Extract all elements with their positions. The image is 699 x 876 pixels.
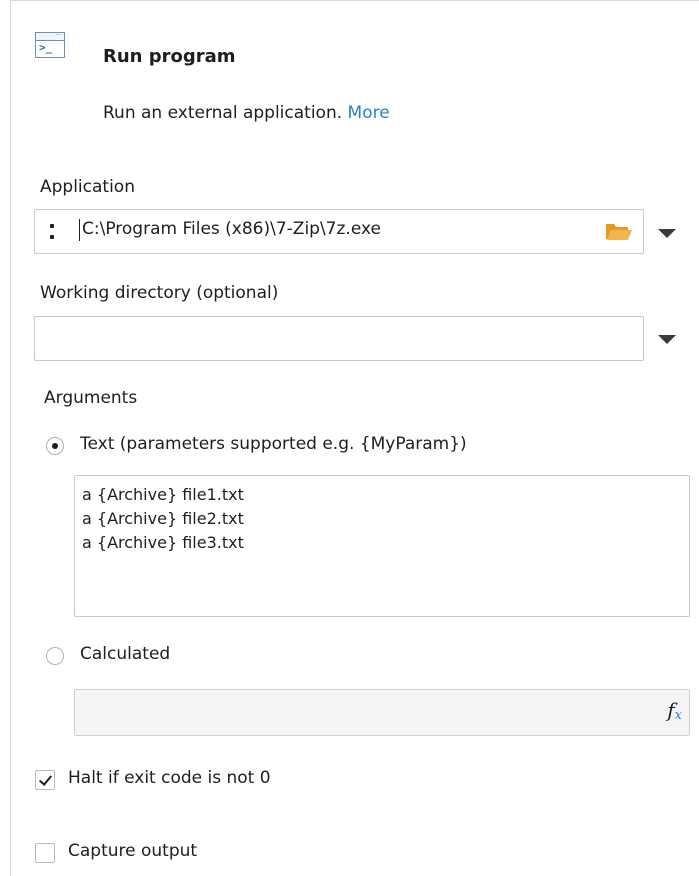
more-link[interactable]: More [348, 103, 390, 123]
working-directory-input[interactable] [34, 316, 644, 361]
terminal-window-icon: ··· >_ [35, 31, 65, 58]
working-directory-dropdown-chevron-down-icon[interactable] [658, 335, 676, 344]
application-value: C:\Program Files (x86)\7-Zip\7z.exe [82, 219, 381, 239]
function-fx-icon[interactable]: fx [667, 698, 682, 723]
folder-icon[interactable] [605, 221, 633, 241]
arguments-label: Arguments [44, 388, 138, 408]
drag-handle-icon[interactable] [48, 221, 56, 243]
arguments-textarea[interactable]: a {Archive} file1.txt a {Archive} file2.… [74, 475, 690, 617]
argument-line: a {Archive} file2.txt [82, 509, 244, 528]
working-directory-label: Working directory (optional) [40, 283, 279, 303]
calculated-radio[interactable] [46, 647, 64, 665]
run-program-panel: ··· >_ Run program Run an external appli… [10, 0, 699, 876]
text-radio[interactable] [46, 437, 64, 455]
halt-checkbox[interactable] [35, 770, 55, 790]
application-input[interactable]: C:\Program Files (x86)\7-Zip\7z.exe [34, 209, 644, 254]
page-title: Run program [103, 46, 236, 67]
calculated-radio-label[interactable]: Calculated [80, 644, 170, 664]
description-text: Run an external application. [103, 103, 343, 123]
application-label: Application [40, 177, 135, 197]
description: Run an external application. More [103, 103, 390, 123]
argument-line: a {Archive} file1.txt [82, 485, 244, 504]
application-dropdown-chevron-down-icon[interactable] [658, 229, 676, 238]
terminal-prompt: >_ [39, 41, 53, 54]
text-radio-label[interactable]: Text (parameters supported e.g. {MyParam… [80, 434, 467, 454]
capture-output-checkbox[interactable] [35, 843, 55, 863]
argument-line: a {Archive} file3.txt [82, 533, 244, 552]
capture-output-label[interactable]: Capture output [68, 841, 197, 861]
calculated-input[interactable]: fx [74, 689, 690, 736]
halt-checkbox-label[interactable]: Halt if exit code is not 0 [68, 768, 271, 788]
